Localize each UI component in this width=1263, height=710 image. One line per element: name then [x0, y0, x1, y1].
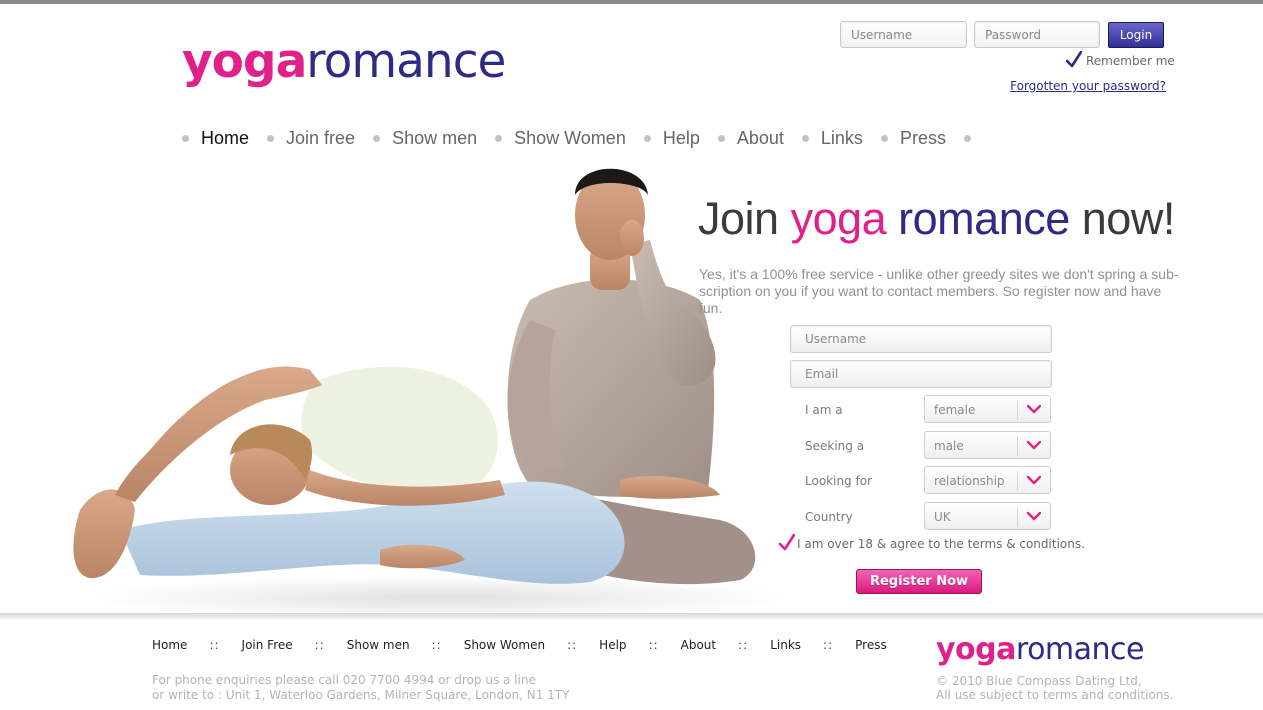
nav-item-links[interactable]: Links — [821, 128, 863, 149]
headline-romance: romance — [898, 193, 1070, 244]
chevron-down-icon — [1027, 511, 1041, 521]
contact-info: For phone enquiries please call 020 7700… — [152, 673, 569, 703]
nav-bullet — [717, 134, 725, 142]
nav-item-help[interactable]: Help — [663, 128, 700, 149]
chevron-down-icon — [1027, 475, 1041, 485]
footer-separator: :: — [648, 638, 659, 652]
country-select[interactable]: UK — [924, 502, 1051, 530]
footer-divider — [0, 613, 1263, 619]
nav-item-about[interactable]: About — [737, 128, 784, 149]
select-divider — [1017, 507, 1018, 527]
checkmark-icon[interactable] — [1066, 51, 1082, 68]
footer-logo-romance: romance — [1015, 632, 1145, 667]
country-label: Country — [805, 510, 853, 524]
register-username-input[interactable] — [790, 325, 1052, 353]
headline-now: now! — [1081, 193, 1176, 244]
nav-bullet — [880, 134, 888, 142]
nav-item-show-men[interactable]: Show men — [392, 128, 477, 149]
forgot-password-link[interactable]: Forgotten your password? — [1010, 79, 1166, 93]
nav-bullet — [495, 134, 503, 142]
footer-logo-yoga: yoga — [936, 632, 1016, 667]
copyright-line-2: All use subject to terms and conditions. — [936, 688, 1174, 702]
terms-agreement[interactable]: I am over 18 & agree to the terms & cond… — [779, 534, 1085, 551]
logo-text-romance: romance — [306, 34, 506, 89]
footer-separator: :: — [738, 638, 749, 652]
footer-separator: :: — [567, 638, 578, 652]
copyright-line-1: © 2010 Blue Compass Dating Ltd, — [936, 674, 1142, 688]
hero-headline: Join yoga romance now! — [698, 193, 1175, 245]
looking-for-label: Looking for — [805, 474, 872, 488]
hero-photo — [60, 150, 780, 612]
footer-link-links[interactable]: Links — [770, 638, 801, 652]
chevron-down-icon — [1027, 404, 1041, 414]
nav-item-press[interactable]: Press — [900, 128, 946, 149]
login-button[interactable]: Login — [1108, 22, 1164, 48]
remember-me-label: Remember me — [1086, 54, 1175, 68]
select-divider — [1017, 471, 1018, 491]
chevron-down-icon — [1027, 440, 1041, 450]
site-logo[interactable]: yogaromance — [182, 32, 506, 92]
logo-text-yoga: yoga — [182, 34, 307, 89]
country-select-value: UK — [934, 510, 951, 524]
footer-link-help[interactable]: Help — [599, 638, 626, 652]
footer-separator: :: — [209, 638, 220, 652]
intro-text: Yes, it's a 100% free service - unlike o… — [699, 266, 1179, 316]
nav-bullet — [643, 134, 651, 142]
terms-agreement-label: I am over 18 & agree to the terms & cond… — [797, 537, 1085, 551]
footer-logo[interactable]: yogaromance — [936, 630, 1145, 670]
nav-item-show-women[interactable]: Show Women — [514, 128, 626, 149]
nav-bullet — [373, 134, 381, 142]
footer-link-join-free[interactable]: Join Free — [242, 638, 293, 652]
footer-separator: :: — [431, 638, 442, 652]
footer-link-about[interactable]: About — [681, 638, 716, 652]
phone-line: For phone enquiries please call 020 7700… — [152, 673, 536, 687]
nav-item-join-free[interactable]: Join free — [286, 128, 355, 149]
footer-separator: :: — [823, 638, 834, 652]
main-nav: Home Join free Show men Show Women Help … — [182, 125, 983, 151]
select-divider — [1017, 436, 1018, 456]
seeking-label: Seeking a — [805, 439, 865, 453]
remember-me[interactable]: Remember me — [1066, 51, 1175, 68]
nav-item-home[interactable]: Home — [201, 128, 249, 149]
top-bar — [0, 0, 1263, 4]
register-button[interactable]: Register Now — [856, 569, 982, 594]
nav-bullet — [963, 134, 971, 142]
looking-for-select-value: relationship — [934, 474, 1005, 488]
nav-bullet — [801, 134, 809, 142]
login-username-input[interactable] — [840, 21, 967, 48]
nav-bullet — [182, 134, 189, 142]
headline-join: Join — [698, 193, 791, 244]
footer-link-show-men[interactable]: Show men — [347, 638, 410, 652]
footer-link-home[interactable]: Home — [152, 638, 187, 652]
register-email-input[interactable] — [790, 360, 1052, 388]
looking-for-select[interactable]: relationship — [924, 466, 1051, 494]
footer-separator: :: — [314, 638, 325, 652]
gender-select-value: female — [934, 403, 976, 417]
seeking-select[interactable]: male — [924, 431, 1051, 459]
footer-nav: Home :: Join Free :: Show men :: Show Wo… — [152, 638, 887, 652]
copyright: © 2010 Blue Compass Dating Ltd, All use … — [936, 674, 1173, 702]
footer-link-show-women[interactable]: Show Women — [464, 638, 545, 652]
gender-label: I am a — [805, 403, 843, 417]
footer-link-press[interactable]: Press — [855, 638, 887, 652]
gender-select[interactable]: female — [924, 395, 1051, 423]
address-line: or write to : Unit 1, Waterloo Gardens, … — [152, 688, 570, 702]
select-divider — [1017, 400, 1018, 420]
headline-yoga: yoga — [790, 193, 887, 244]
nav-bullet — [267, 134, 275, 142]
checkmark-icon[interactable] — [779, 534, 795, 551]
login-password-input[interactable] — [974, 21, 1100, 48]
seeking-select-value: male — [934, 439, 964, 453]
